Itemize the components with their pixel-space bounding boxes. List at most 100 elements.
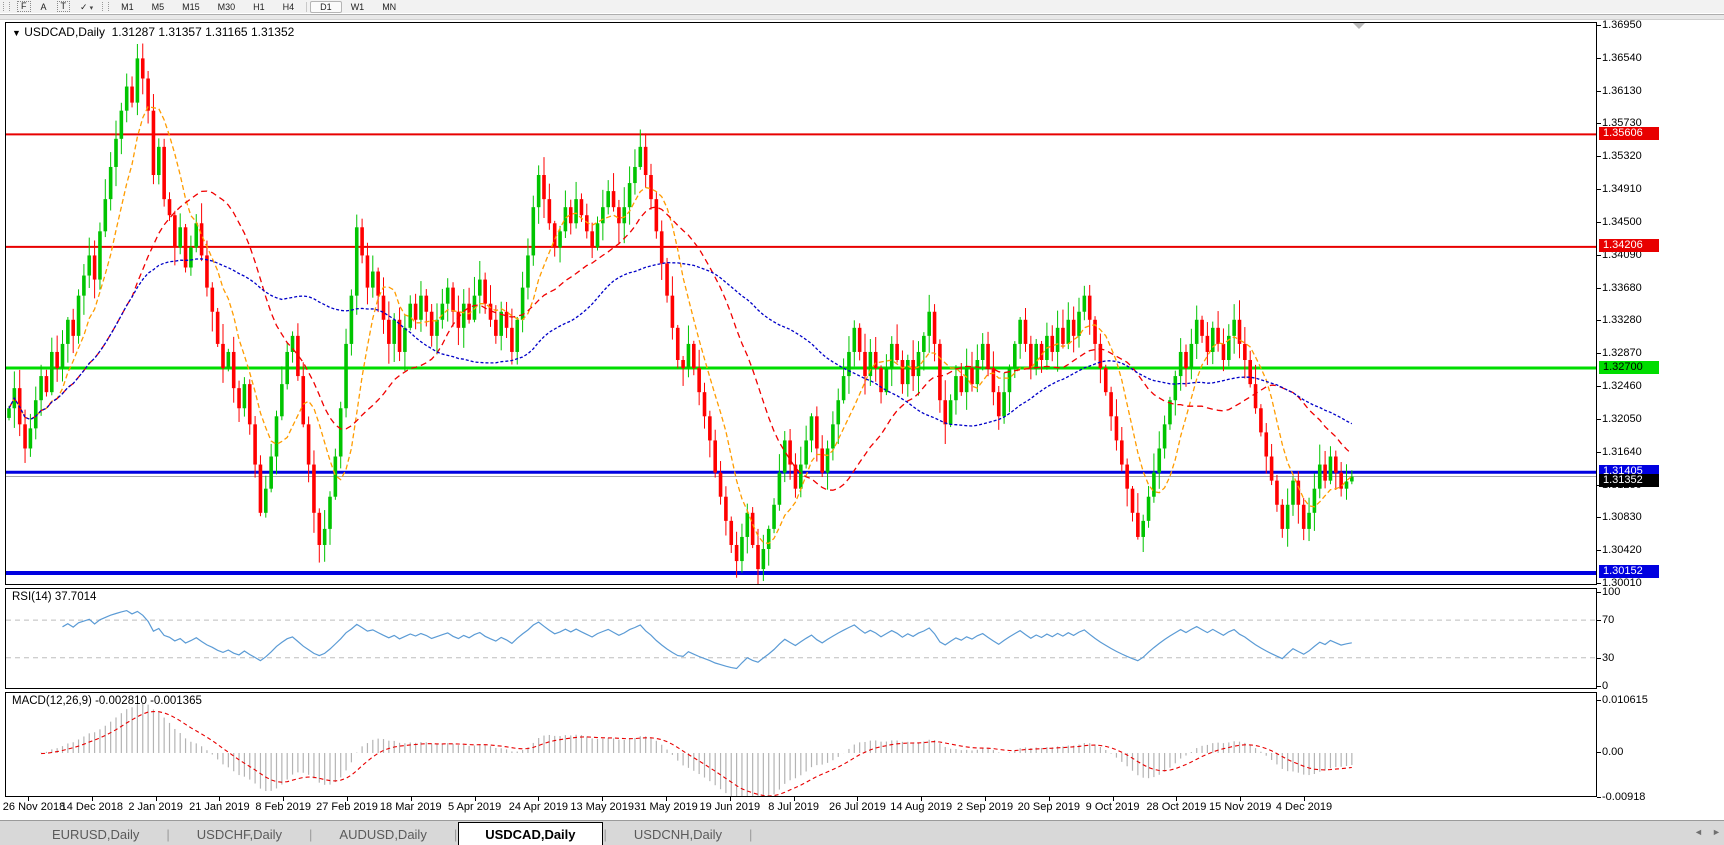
candle-body: [398, 320, 402, 352]
candle-body: [1302, 505, 1306, 529]
candle-body: [275, 416, 279, 456]
candle-body: [762, 549, 766, 569]
chart-shift-marker-icon[interactable]: [1353, 23, 1365, 29]
candle-body: [146, 78, 150, 110]
axis-tick: [1597, 255, 1601, 256]
candle-body: [50, 352, 54, 392]
chart-tab-usdcnh[interactable]: USDCNH,Daily: [608, 824, 748, 845]
timeframe-h4-button[interactable]: H4: [274, 1, 304, 13]
candle-body: [783, 440, 787, 472]
candle-body: [697, 368, 701, 392]
candle-body: [938, 344, 942, 400]
candle-body: [505, 312, 509, 328]
axis-tick: [219, 797, 220, 801]
candle-body: [1147, 497, 1151, 521]
axis-tick: [1597, 658, 1601, 659]
candle-body: [1313, 489, 1317, 513]
timeframe-m30-button[interactable]: M30: [209, 1, 245, 13]
rsi-indicator-panel[interactable]: RSI(14) 37.7014: [5, 588, 1597, 689]
frame-tool-button[interactable]: F: [17, 1, 31, 12]
timeframe-m15-button[interactable]: M15: [173, 1, 209, 13]
timeframe-m1-button[interactable]: M1: [112, 1, 143, 13]
candle-body: [425, 296, 429, 312]
candle-body: [55, 352, 59, 368]
ma-line-slow: [9, 259, 1352, 426]
toolbar-grip[interactable]: [3, 2, 10, 11]
collapse-quotes-icon[interactable]: ▼: [12, 28, 21, 38]
candle-body: [77, 296, 81, 336]
level-price-badge: 1.30152: [1599, 565, 1659, 578]
candle-body: [87, 255, 91, 275]
candle-body: [842, 376, 846, 400]
candle-body: [280, 384, 284, 416]
candle-body: [232, 352, 236, 388]
candle-body: [1002, 392, 1006, 416]
candle-body: [548, 199, 552, 223]
timeframe-w1-button[interactable]: W1: [342, 1, 374, 13]
timeframe-d1-button[interactable]: D1: [310, 1, 342, 13]
chart-tab-usdcad[interactable]: USDCAD,Daily: [458, 822, 602, 845]
ohlc-low: 1.31165: [205, 25, 248, 39]
axis-tick: [1597, 222, 1601, 223]
candle-body: [152, 111, 156, 175]
candle-body: [836, 400, 840, 424]
candle-body: [1061, 328, 1065, 344]
candle-body: [253, 424, 257, 464]
candle-body: [1297, 481, 1301, 505]
candle-body: [890, 344, 894, 368]
candle-body: [976, 360, 980, 384]
level-price-badge: 1.32700: [1599, 361, 1659, 374]
candle-body: [746, 513, 750, 537]
candle-body: [1157, 448, 1161, 472]
candle-body: [1018, 320, 1022, 344]
candle-body: [804, 440, 808, 464]
axis-tick: [1597, 91, 1601, 92]
drawing-tools-button[interactable]: ✓▾: [74, 1, 99, 13]
axis-tick: [1597, 752, 1601, 753]
caret-down-icon[interactable]: ▾: [90, 5, 94, 12]
date-tick-label: 19 Jun 2019: [700, 801, 761, 813]
candle-body: [1040, 344, 1044, 360]
candle-body: [1206, 336, 1210, 352]
candle-body: [628, 183, 632, 207]
candle-body: [986, 344, 990, 368]
toolbar-grip[interactable]: [102, 2, 109, 11]
date-tick-label: 15 Nov 2019: [1209, 801, 1271, 813]
date-tick-label: 26 Jul 2019: [829, 801, 886, 813]
macd-indicator-panel[interactable]: MACD(12,26,9) -0.002810 -0.001365: [5, 692, 1597, 797]
chart-tab-usdchf[interactable]: USDCHF,Daily: [171, 824, 308, 845]
tab-scroll-left-icon[interactable]: ◄: [1694, 827, 1703, 837]
price-chart-panel[interactable]: [5, 22, 1597, 585]
candle-body: [264, 489, 268, 513]
axis-tick: [1597, 123, 1601, 124]
candlestick-plot: [6, 23, 1596, 584]
rsi-tick-label: 70: [1602, 614, 1614, 626]
axis-tick: [1597, 452, 1601, 453]
arrow-label-tool-button[interactable]: A: [35, 1, 53, 13]
candle-body: [970, 368, 974, 384]
chart-tab-eurusd[interactable]: EURUSD,Daily: [26, 824, 165, 845]
candle-body: [1104, 368, 1108, 392]
candle-body: [665, 263, 669, 295]
price-tick-label: 1.35320: [1602, 150, 1642, 162]
chart-tab-audusd[interactable]: AUDUSD,Daily: [313, 824, 452, 845]
candle-body: [1216, 328, 1220, 344]
timeframe-h1-button[interactable]: H1: [244, 1, 274, 13]
timeframe-m5-button[interactable]: M5: [143, 1, 174, 13]
candle-body: [810, 416, 814, 440]
candle-body: [430, 312, 434, 336]
timeframe-mn-button[interactable]: MN: [373, 1, 405, 13]
candle-body: [981, 344, 985, 360]
price-tick-label: 1.32870: [1602, 347, 1642, 359]
candle-body: [451, 288, 455, 312]
candle-body: [82, 276, 86, 296]
candle-body: [1184, 352, 1188, 368]
candle-body: [601, 207, 605, 223]
text-tool-button[interactable]: T: [57, 1, 71, 12]
candle-body: [211, 288, 215, 312]
candle-body: [162, 147, 166, 199]
axis-tick: [1597, 700, 1601, 701]
tab-scroll-right-icon[interactable]: ►: [1712, 827, 1721, 837]
candle-body: [344, 344, 348, 408]
candle-body: [1323, 465, 1327, 481]
